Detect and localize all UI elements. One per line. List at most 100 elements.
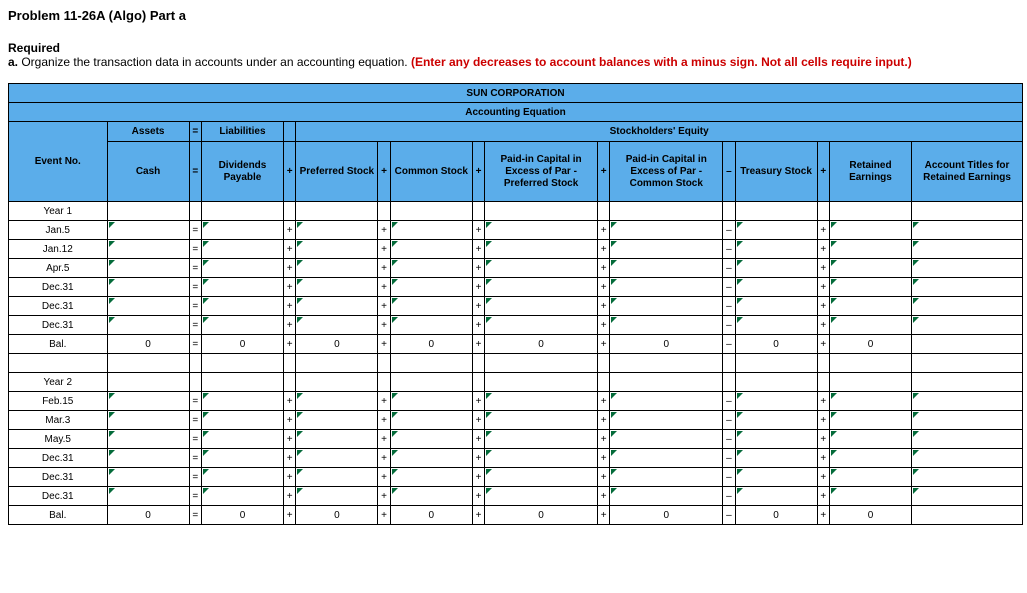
amount-input[interactable]	[201, 449, 283, 468]
amount-input[interactable]	[390, 411, 472, 430]
amount-input[interactable]	[390, 297, 472, 316]
titles-input[interactable]	[912, 221, 1023, 240]
amount-input[interactable]	[201, 221, 283, 240]
amount-input[interactable]	[735, 221, 817, 240]
titles-input[interactable]	[912, 430, 1023, 449]
amount-input[interactable]	[829, 316, 911, 335]
amount-input[interactable]	[390, 259, 472, 278]
amount-input[interactable]	[485, 411, 598, 430]
amount-input[interactable]	[735, 259, 817, 278]
amount-input[interactable]	[390, 316, 472, 335]
amount-input[interactable]	[107, 259, 189, 278]
amount-input[interactable]	[107, 240, 189, 259]
amount-input[interactable]	[610, 297, 723, 316]
amount-input[interactable]	[296, 430, 378, 449]
amount-input[interactable]	[610, 221, 723, 240]
amount-input[interactable]	[296, 411, 378, 430]
amount-input[interactable]	[201, 430, 283, 449]
amount-input[interactable]	[485, 430, 598, 449]
amount-input[interactable]	[107, 392, 189, 411]
amount-input[interactable]	[829, 449, 911, 468]
amount-input[interactable]	[610, 278, 723, 297]
amount-input[interactable]	[201, 468, 283, 487]
titles-input[interactable]	[912, 297, 1023, 316]
amount-input[interactable]	[829, 221, 911, 240]
amount-input[interactable]	[107, 411, 189, 430]
amount-input[interactable]	[610, 449, 723, 468]
amount-input[interactable]	[829, 259, 911, 278]
amount-input[interactable]	[735, 487, 817, 506]
amount-input[interactable]	[735, 316, 817, 335]
amount-input[interactable]	[610, 411, 723, 430]
titles-input[interactable]	[912, 316, 1023, 335]
amount-input[interactable]	[201, 392, 283, 411]
amount-input[interactable]	[201, 278, 283, 297]
amount-input[interactable]	[390, 430, 472, 449]
amount-input[interactable]	[201, 259, 283, 278]
titles-input[interactable]	[912, 240, 1023, 259]
amount-input[interactable]	[829, 430, 911, 449]
amount-input[interactable]	[296, 259, 378, 278]
amount-input[interactable]	[735, 392, 817, 411]
amount-input[interactable]	[201, 316, 283, 335]
amount-input[interactable]	[610, 240, 723, 259]
amount-input[interactable]	[735, 240, 817, 259]
amount-input[interactable]	[485, 449, 598, 468]
amount-input[interactable]	[107, 221, 189, 240]
amount-input[interactable]	[107, 278, 189, 297]
amount-input[interactable]	[390, 240, 472, 259]
amount-input[interactable]	[610, 392, 723, 411]
amount-input[interactable]	[829, 278, 911, 297]
amount-input[interactable]	[107, 487, 189, 506]
amount-input[interactable]	[735, 411, 817, 430]
amount-input[interactable]	[735, 468, 817, 487]
titles-input[interactable]	[912, 259, 1023, 278]
amount-input[interactable]	[296, 487, 378, 506]
amount-input[interactable]	[610, 487, 723, 506]
amount-input[interactable]	[107, 316, 189, 335]
amount-input[interactable]	[610, 430, 723, 449]
amount-input[interactable]	[390, 221, 472, 240]
amount-input[interactable]	[485, 392, 598, 411]
amount-input[interactable]	[201, 487, 283, 506]
amount-input[interactable]	[485, 278, 598, 297]
amount-input[interactable]	[485, 240, 598, 259]
amount-input[interactable]	[390, 278, 472, 297]
amount-input[interactable]	[610, 316, 723, 335]
amount-input[interactable]	[829, 240, 911, 259]
amount-input[interactable]	[735, 430, 817, 449]
amount-input[interactable]	[610, 468, 723, 487]
amount-input[interactable]	[829, 468, 911, 487]
amount-input[interactable]	[296, 240, 378, 259]
amount-input[interactable]	[201, 240, 283, 259]
titles-input[interactable]	[912, 392, 1023, 411]
amount-input[interactable]	[296, 468, 378, 487]
amount-input[interactable]	[296, 278, 378, 297]
amount-input[interactable]	[296, 297, 378, 316]
amount-input[interactable]	[735, 278, 817, 297]
titles-input[interactable]	[912, 449, 1023, 468]
amount-input[interactable]	[485, 468, 598, 487]
amount-input[interactable]	[829, 392, 911, 411]
amount-input[interactable]	[485, 487, 598, 506]
amount-input[interactable]	[829, 411, 911, 430]
amount-input[interactable]	[829, 487, 911, 506]
amount-input[interactable]	[485, 297, 598, 316]
amount-input[interactable]	[201, 411, 283, 430]
amount-input[interactable]	[107, 297, 189, 316]
titles-input[interactable]	[912, 468, 1023, 487]
amount-input[interactable]	[735, 297, 817, 316]
amount-input[interactable]	[201, 297, 283, 316]
amount-input[interactable]	[296, 449, 378, 468]
titles-input[interactable]	[912, 487, 1023, 506]
amount-input[interactable]	[485, 221, 598, 240]
amount-input[interactable]	[390, 392, 472, 411]
amount-input[interactable]	[296, 316, 378, 335]
amount-input[interactable]	[296, 221, 378, 240]
amount-input[interactable]	[735, 449, 817, 468]
amount-input[interactable]	[829, 297, 911, 316]
amount-input[interactable]	[390, 449, 472, 468]
titles-input[interactable]	[912, 278, 1023, 297]
amount-input[interactable]	[485, 316, 598, 335]
titles-input[interactable]	[912, 411, 1023, 430]
